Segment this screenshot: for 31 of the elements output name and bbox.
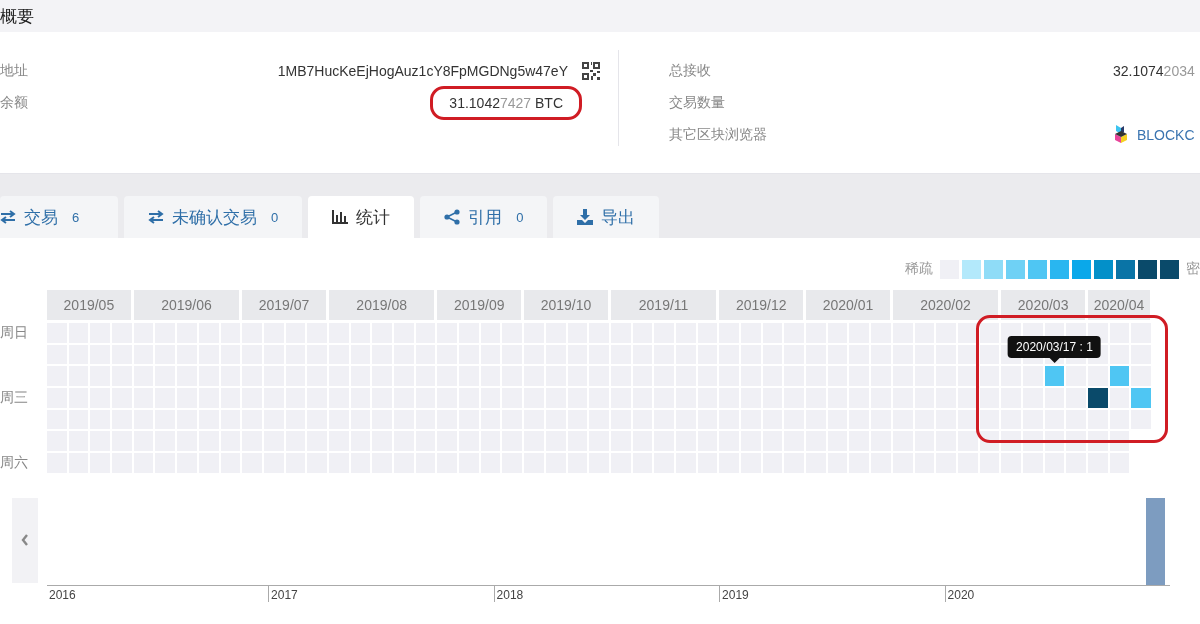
address-value: 1MB7HucKeEjHogAuz1cY8FpMGDNg5w47eY [277,63,568,79]
month-header: 2019/08 [328,290,435,320]
month-header: 2020/04 [1088,290,1151,320]
month-header: 2019/11 [610,290,717,320]
weekday-label: 周日 [0,323,28,342]
year-label: 2018 [496,587,524,602]
year-label: 2017 [271,587,298,602]
month-header: 2019/10 [524,290,608,320]
balance-value: 31.10427427 BTC [449,95,563,111]
month-header: 2019/05 [47,290,131,320]
field-label: 余额 [0,94,29,112]
month-header: 2020/03 [1001,290,1085,320]
section-title: 概要 [0,5,34,28]
month-header: 2019/06 [133,290,240,320]
month-header: 2019/07 [242,290,326,320]
month-header: 2019/12 [719,290,804,320]
legend-label: 稀疏 [905,260,933,278]
field-label: 总接收 [669,62,712,80]
legend-label: 密 [1186,260,1200,278]
total-received-value: 32.10742034 [1113,63,1195,79]
weekday-label: 周六 [0,453,28,472]
year-label: 2019 [722,587,749,602]
field-label: 交易数量 [669,94,726,112]
year-label: 2016 [49,587,76,602]
weekday-label: 周三 [0,388,28,407]
month-header: 2020/02 [892,290,999,320]
field-label: 其它区块浏览器 [669,126,768,144]
field-label: 地址 [0,62,29,80]
month-header: 2020/01 [806,290,890,320]
month-header: 2019/09 [437,290,522,320]
year-label: 2020 [947,587,975,602]
